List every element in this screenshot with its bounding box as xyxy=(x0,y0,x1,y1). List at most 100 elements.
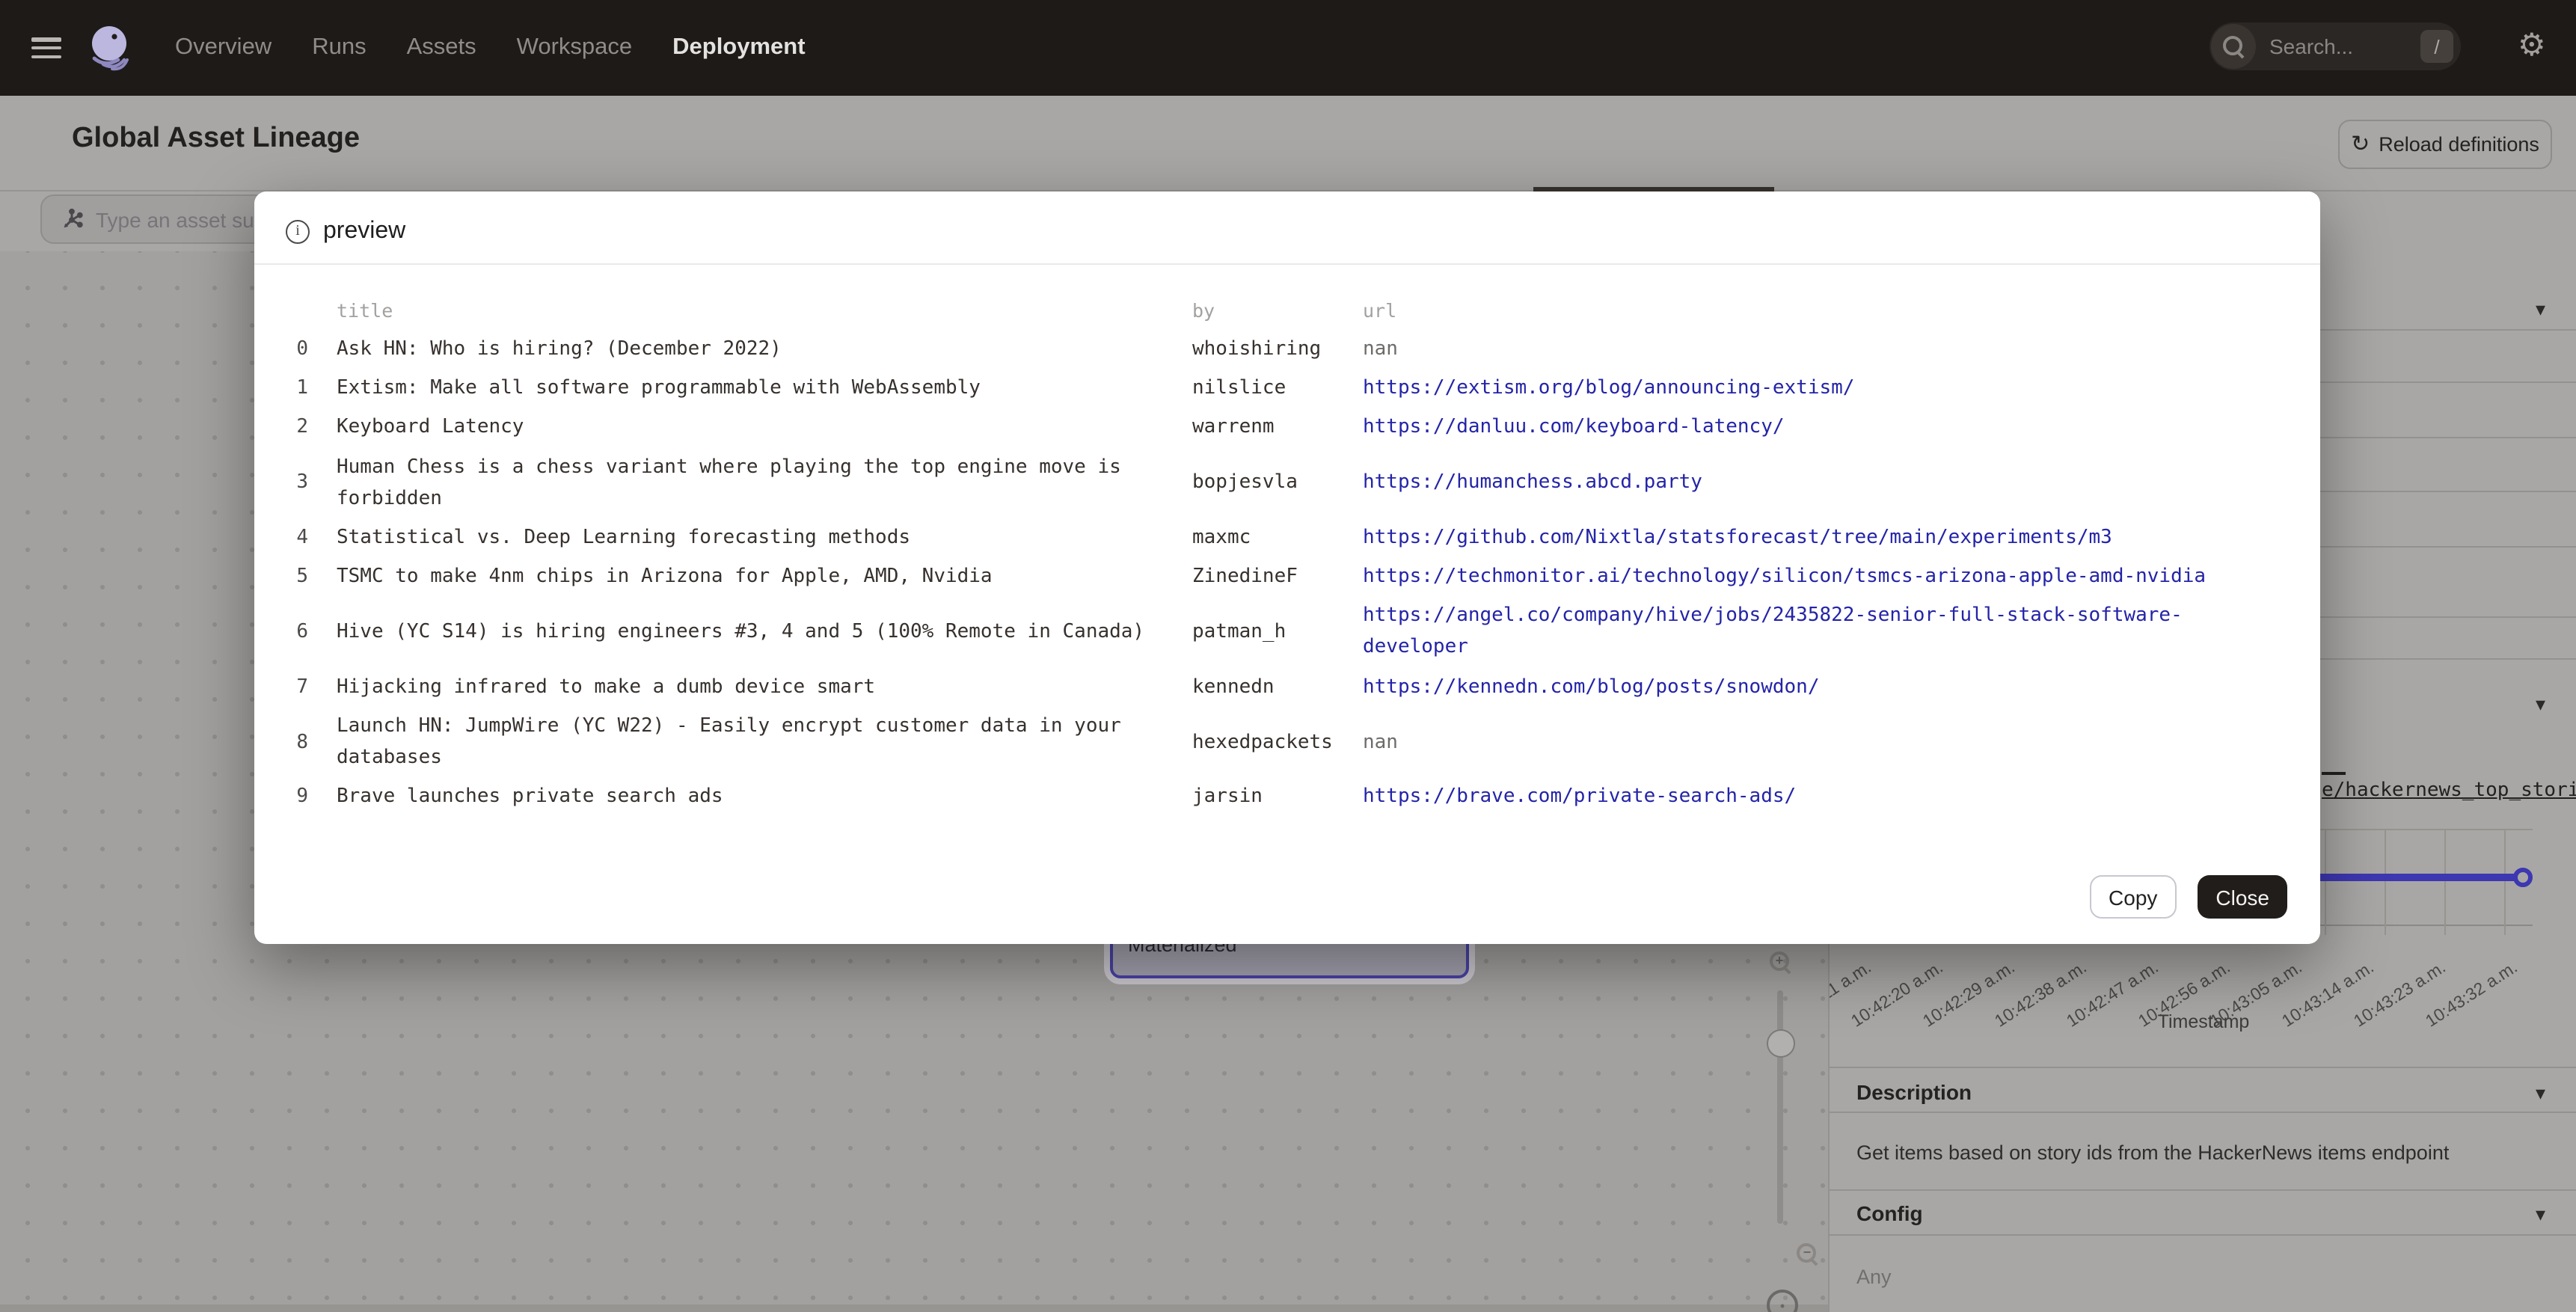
chevron-down-icon[interactable]: ▾ xyxy=(2536,299,2545,319)
row-index: 9 xyxy=(254,786,308,809)
page-title: Global Asset Lineage xyxy=(72,123,360,156)
hamburger-menu-icon[interactable] xyxy=(31,37,61,58)
cell-url: nan xyxy=(1363,333,2290,364)
table-row: 2 Keyboard Latency warrenm https://danlu… xyxy=(254,408,2320,447)
row-index: 4 xyxy=(254,527,308,549)
row-index: 2 xyxy=(254,416,308,438)
cell-url-link[interactable]: https://kennedn.com/blog/posts/snowdon/ xyxy=(1363,671,2290,702)
table-row: 5 TSMC to make 4nm chips in Arizona for … xyxy=(254,557,2320,597)
info-icon: i xyxy=(286,220,310,244)
x-tick-label: 10:42:29 a.m. xyxy=(1878,959,2019,1058)
asset-filter-placeholder: Type an asset sub xyxy=(96,207,266,231)
chart-gridline xyxy=(2444,829,2446,935)
row-index: 1 xyxy=(254,377,308,399)
description-section-header[interactable]: Description xyxy=(1856,1080,1972,1104)
x-tick-label: 10:42:47 a.m. xyxy=(2022,959,2162,1058)
nav-item-assets[interactable]: Assets xyxy=(407,34,476,61)
table-row: 1 Extism: Make all software programmable… xyxy=(254,369,2320,408)
row-index: 6 xyxy=(254,621,308,643)
preview-table: title by url 0 Ask HN: Who is hiring? (D… xyxy=(254,290,2320,817)
config-section-header[interactable]: Config xyxy=(1856,1201,1923,1225)
row-index: 3 xyxy=(254,471,308,494)
cell-url-link[interactable]: https://danluu.com/keyboard-latency/ xyxy=(1363,411,2290,443)
x-tick-label: 10:43:23 a.m. xyxy=(2309,959,2450,1058)
zoom-out-icon[interactable]: − xyxy=(1797,1243,1818,1264)
x-axis-label: Timestamp xyxy=(2039,1011,2368,1032)
table-row: 0 Ask HN: Who is hiring? (December 2022)… xyxy=(254,329,2320,369)
table-header-row: title by url xyxy=(254,290,2320,329)
cell-by: nilslice xyxy=(1192,373,1363,404)
zoom-slider-handle[interactable] xyxy=(1767,1029,1795,1058)
cell-by: jarsin xyxy=(1192,782,1363,813)
row-index: 7 xyxy=(254,675,308,698)
search-input[interactable]: Search... / xyxy=(2209,22,2461,70)
description-text: Get items based on story ids from the Ha… xyxy=(1856,1141,2545,1164)
cell-title: TSMC to make 4nm chips in Arizona for Ap… xyxy=(337,561,1192,592)
x-tick-label: 10:43:14 a.m. xyxy=(2237,959,2378,1058)
zoom-in-icon[interactable]: + xyxy=(1770,951,1791,972)
nav-item-overview[interactable]: Overview xyxy=(175,34,272,61)
nav-items: Overview Runs Assets Workspace Deploymen… xyxy=(175,34,806,61)
search-icon xyxy=(2211,24,2256,69)
chart-gridline xyxy=(2504,829,2506,935)
close-button[interactable]: Close xyxy=(2198,875,2287,919)
cell-url-link[interactable]: https://brave.com/private-search-ads/ xyxy=(1363,782,2290,813)
gear-icon[interactable]: ⚙ xyxy=(2518,30,2546,61)
x-tick-label: 10:43:32 a.m. xyxy=(2381,959,2521,1058)
cell-url-link[interactable]: https://humanchess.abcd.party xyxy=(1363,467,2290,498)
nav-item-deployment[interactable]: Deployment xyxy=(672,34,805,61)
row-index: 5 xyxy=(254,565,308,588)
cell-title: Launch HN: JumpWire (YC W22) - Easily en… xyxy=(337,711,1192,773)
cell-by: patman_h xyxy=(1192,616,1363,648)
reload-icon: ↻ xyxy=(2351,133,2370,156)
chevron-down-icon[interactable]: ▾ xyxy=(2536,1204,2545,1224)
source-link[interactable]: e/hackernews_top_stori xyxy=(2322,779,2576,802)
table-row: 3 Human Chess is a chess variant where p… xyxy=(254,447,2320,518)
table-row: 6 Hive (YC S14) is hiring engineers #3, … xyxy=(254,597,2320,668)
cell-by: hexedpackets xyxy=(1192,726,1363,758)
row-index: 0 xyxy=(254,337,308,360)
cell-title: Hive (YC S14) is hiring engineers #3, 4 … xyxy=(337,616,1192,648)
table-row: 4 Statistical vs. Deep Learning forecast… xyxy=(254,518,2320,557)
copy-button[interactable]: Copy xyxy=(2089,875,2177,919)
cell-title: Human Chess is a chess variant where pla… xyxy=(337,451,1192,514)
cell-url-link[interactable]: https://extism.org/blog/announcing-extis… xyxy=(1363,373,2290,404)
reload-label: Reload definitions xyxy=(2379,133,2539,156)
cell-url-link[interactable]: https://angel.co/company/hive/jobs/24358… xyxy=(1363,601,2290,663)
cell-url-link[interactable]: https://github.com/Nixtla/statsforecast/… xyxy=(1363,522,2290,554)
search-placeholder: Search... xyxy=(2269,34,2420,58)
config-value: Any xyxy=(1856,1266,1892,1288)
chevron-down-icon[interactable]: ▾ xyxy=(2536,1083,2545,1103)
chart-endpoint-marker xyxy=(2513,868,2533,887)
cell-title: Ask HN: Who is hiring? (December 2022) xyxy=(337,333,1192,364)
modal-header: i preview xyxy=(254,191,2320,263)
dagster-logo-icon[interactable] xyxy=(85,22,136,73)
x-tick-label: 10:43:05 a.m. xyxy=(2165,959,2306,1058)
cell-url: nan xyxy=(1363,726,2290,758)
modal-title: preview xyxy=(323,218,405,245)
source-link-wrap-fragment xyxy=(2322,772,2346,775)
x-tick-label: 10:42:56 a.m. xyxy=(2094,959,2234,1058)
cell-title: Brave launches private search ads xyxy=(337,782,1192,813)
chart-gridline xyxy=(2385,829,2386,935)
app-root: Overview Runs Assets Workspace Deploymen… xyxy=(0,0,2576,1312)
zoom-slider-track[interactable] xyxy=(1777,990,1783,1224)
cell-url-link[interactable]: https://techmonitor.ai/technology/silico… xyxy=(1363,561,2290,592)
cell-by: ZinedineF xyxy=(1192,561,1363,592)
cell-title: Statistical vs. Deep Learning forecastin… xyxy=(337,522,1192,554)
nav-item-workspace[interactable]: Workspace xyxy=(517,34,633,61)
modal-footer: Copy Close xyxy=(2089,875,2287,919)
chevron-down-icon[interactable]: ▾ xyxy=(2536,694,2545,714)
nav-item-runs[interactable]: Runs xyxy=(312,34,366,61)
row-index: 8 xyxy=(254,731,308,753)
search-shortcut-badge: / xyxy=(2420,30,2453,63)
table-row: 8 Launch HN: JumpWire (YC W22) - Easily … xyxy=(254,707,2320,778)
x-tick-label: 10:42:38 a.m. xyxy=(1950,959,2091,1058)
reload-definitions-button[interactable]: ↻ Reload definitions xyxy=(2338,120,2552,169)
cell-by: kennedn xyxy=(1192,671,1363,702)
canvas-bottom-edge xyxy=(0,1305,1828,1312)
cell-by: bopjesvla xyxy=(1192,467,1363,498)
cell-title: Extism: Make all software programmable w… xyxy=(337,373,1192,404)
cell-by: warrenm xyxy=(1192,411,1363,443)
table-row: 9 Brave launches private search ads jars… xyxy=(254,777,2320,817)
